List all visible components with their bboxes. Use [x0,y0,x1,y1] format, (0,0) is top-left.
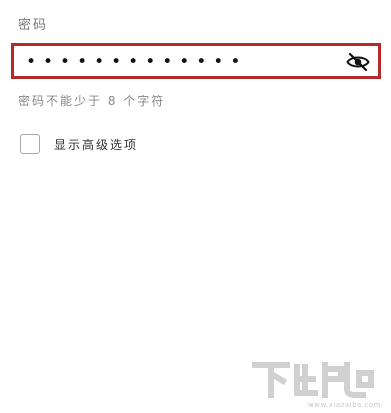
advanced-options-checkbox[interactable] [20,134,40,154]
password-helper-text: 密码不能少于 8 个字符 [18,94,166,108]
password-input[interactable]: ••••••••••••• [11,43,381,79]
advanced-options-label: 显示高级选项 [54,137,139,152]
password-value[interactable]: ••••••••••••• [26,50,247,74]
watermark-url: www.xiazaiba.com [308,401,381,409]
password-label: 密码 [18,18,49,33]
password-settings-page: 密码 ••••••••••••• 密码不能少于 8 个字符 显示高级选项 www… [0,0,391,413]
watermark-logo [252,362,374,398]
password-visibility-toggle[interactable] [344,49,372,75]
watermark: www.xiazaiba.com [251,359,381,409]
advanced-options-row[interactable]: 显示高级选项 [20,134,138,154]
eye-off-icon [346,52,370,72]
